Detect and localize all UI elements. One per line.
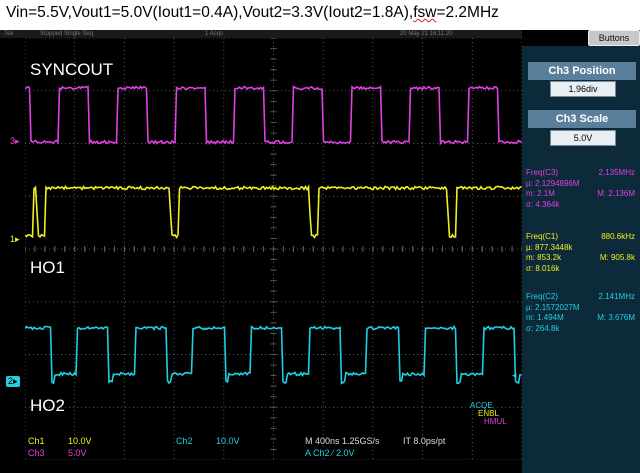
- ho1-label: HO1: [30, 258, 65, 278]
- ch3-scale-title: Ch3 Scale: [528, 110, 636, 128]
- acquisition-count: 1 Acqs: [205, 30, 223, 38]
- freq-c3-value: 2.135MHz: [599, 168, 635, 179]
- ch1-scale-value: 10.0V: [68, 436, 92, 447]
- caption-fsw-rest: =2.2MHz: [436, 4, 498, 21]
- status-bar: Tek Stopped Single Seq 1 Acqs 20 May 21 …: [0, 30, 522, 38]
- ch2-scale-label[interactable]: Ch2: [176, 436, 193, 447]
- overlay-line3: HMUL: [484, 418, 507, 426]
- freq-c1-sigma: σ: 8.016k: [526, 264, 559, 273]
- freq-c2-sigma: σ: 264.8k: [526, 324, 559, 333]
- bottom-status: [0, 460, 522, 473]
- ch2-marker[interactable]: 2▸: [6, 376, 20, 387]
- ch1-marker[interactable]: 1▸: [10, 234, 20, 245]
- freq-c1-readout: Freq(C1) 880.6kHz µ: 877.3448k m: 853.2k M…: [526, 232, 638, 274]
- trigger-marker[interactable]: ◂: [512, 370, 517, 381]
- overlay-text: ACQE ENBL HMUL: [470, 402, 507, 426]
- caption-main: Vin=5.5V,Vout1=5.0V(Iout1=0.4A),Vout2=3.…: [6, 4, 413, 21]
- ch3-scale-label[interactable]: Ch3: [28, 448, 45, 459]
- freq-c1-max: M: 905.8k: [600, 253, 635, 264]
- graticule: [25, 38, 522, 460]
- record-resolution: IT 8.0ps/pt: [403, 436, 445, 447]
- freq-c2-max: M: 3.676M: [597, 313, 635, 324]
- freq-c1-mean: µ: 877.3448k: [526, 243, 572, 252]
- ch3-position-title: Ch3 Position: [528, 62, 636, 80]
- freq-c3-mean: µ: 2.1294896M: [526, 179, 580, 188]
- brand-logo: Tek: [4, 30, 13, 38]
- syncout-label: SYNCOUT: [30, 60, 113, 80]
- freq-c2-value: 2.141MHz: [599, 292, 635, 303]
- freq-c1-value: 880.6kHz: [601, 232, 635, 243]
- freq-c2-mean: µ: 2.1572027M: [526, 303, 580, 312]
- ch3-position-value[interactable]: 1.96div: [550, 81, 616, 97]
- freq-c3-readout: Freq(C3) 2.135MHz µ: 2.1294896M m: 2.1M M:…: [526, 168, 638, 210]
- freq-c3-max: M: 2.136M: [597, 189, 635, 200]
- trigger-setting[interactable]: A Ch2 ⁄ 2.0V: [305, 448, 355, 459]
- ch1-scale-label[interactable]: Ch1: [28, 436, 45, 447]
- buttons-button[interactable]: Buttons: [588, 30, 640, 46]
- freq-c3-header: Freq(C3): [526, 168, 558, 177]
- waveform-display: [25, 38, 522, 460]
- freq-c1-min: m: 853.2k: [526, 253, 561, 262]
- ch3-scale-value[interactable]: 5.0V: [550, 130, 616, 146]
- freq-c3-min: m: 2.1M: [526, 189, 555, 198]
- freq-c2-readout: Freq(C2) 2.141MHz µ: 2.1572027M m: 1.494M…: [526, 292, 638, 334]
- freq-c1-header: Freq(C1): [526, 232, 558, 241]
- timebase[interactable]: M 400ns 1.25GS/s: [305, 436, 380, 447]
- ch2-scale-value: 10.0V: [216, 436, 240, 447]
- caption: Vin=5.5V,Vout1=5.0V(Iout1=0.4A),Vout2=3.…: [6, 4, 499, 22]
- ch3-marker[interactable]: 3▸: [10, 136, 20, 147]
- ho2-label: HO2: [30, 396, 65, 416]
- oscilloscope-screen: Tek Stopped Single Seq 1 Acqs 20 May 21 …: [0, 30, 640, 473]
- ch3-scale-value-bottom: 5.0V: [68, 448, 87, 459]
- freq-c3-sigma: σ: 4.364k: [526, 200, 559, 209]
- caption-fsw-prefix: fsw: [413, 4, 436, 21]
- acquisition-status: Stopped Single Seq: [40, 30, 93, 38]
- freq-c2-header: Freq(C2): [526, 292, 558, 301]
- datetime: 20 May 21 16:11:20: [400, 30, 453, 38]
- freq-c2-min: m: 1.494M: [526, 313, 564, 322]
